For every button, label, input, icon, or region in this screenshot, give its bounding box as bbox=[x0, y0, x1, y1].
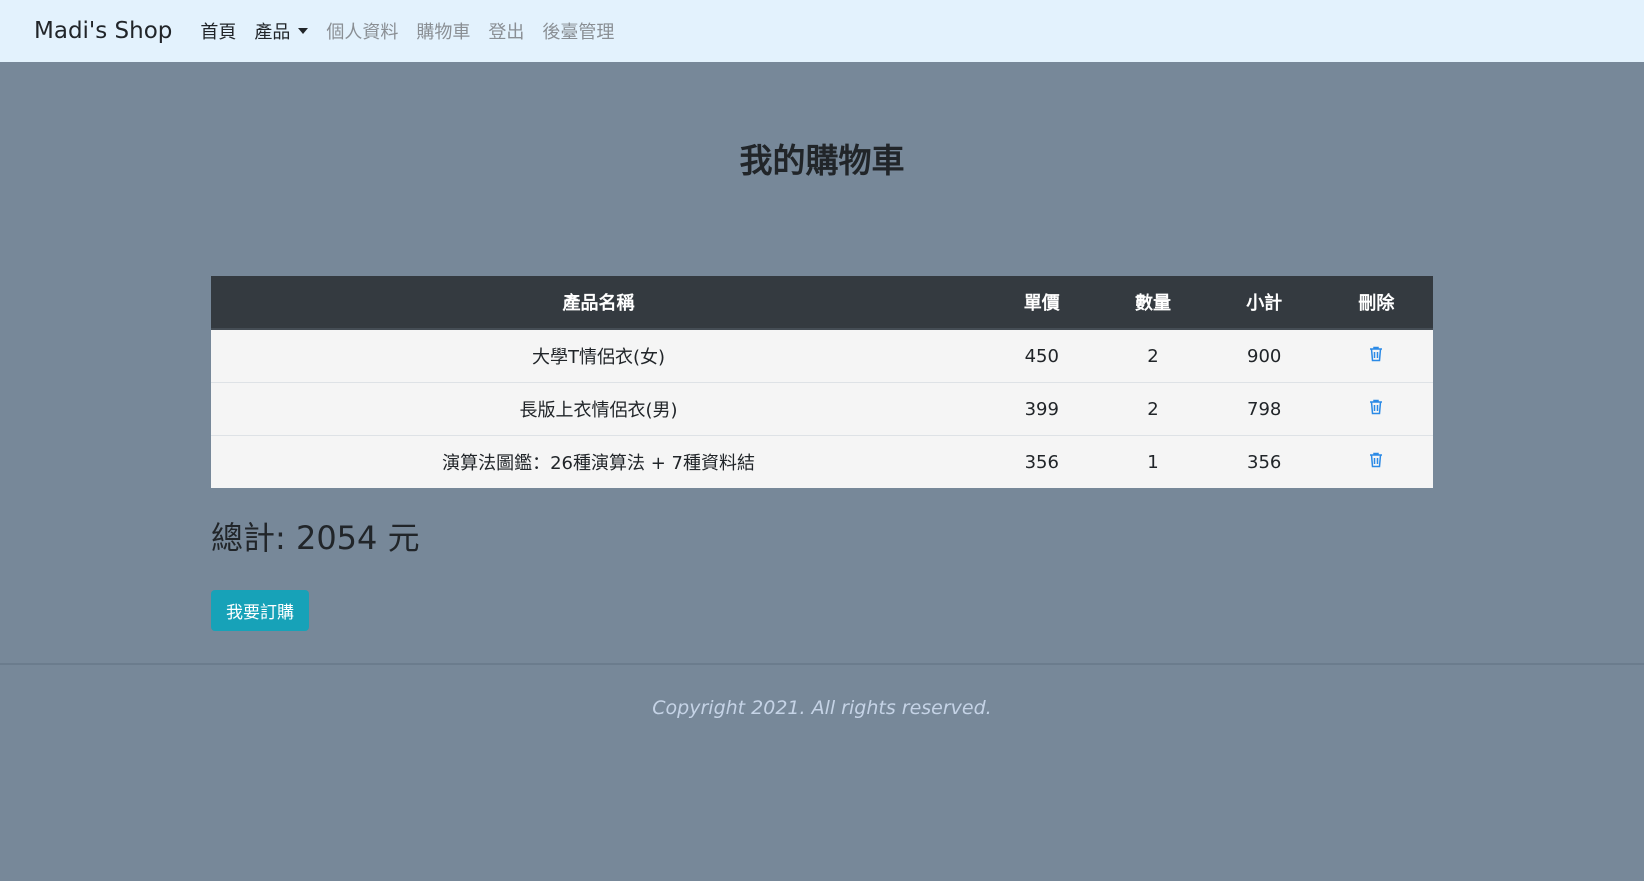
cell-subtotal: 798 bbox=[1208, 382, 1320, 436]
header-subtotal: 小計 bbox=[1208, 276, 1320, 330]
trash-icon[interactable] bbox=[1369, 399, 1383, 420]
navbar: Madi's Shop 首頁 產品 個人資料 購物車 登出 後臺管理 bbox=[0, 0, 1644, 62]
table-row: 大學T情侶衣(女) 450 2 900 bbox=[211, 328, 1433, 383]
trash-icon[interactable] bbox=[1369, 346, 1383, 367]
chevron-down-icon bbox=[298, 28, 309, 34]
cell-quantity: 1 bbox=[1097, 435, 1209, 488]
nav-logout[interactable]: 登出 bbox=[488, 18, 524, 44]
table-row: 長版上衣情侶衣(男) 399 2 798 bbox=[211, 382, 1433, 436]
cell-delete bbox=[1319, 435, 1433, 488]
cart-total: 總計: 2054 元 bbox=[211, 519, 420, 557]
trash-icon[interactable] bbox=[1369, 452, 1383, 473]
nav-profile[interactable]: 個人資料 bbox=[326, 18, 398, 44]
cell-quantity: 2 bbox=[1097, 382, 1209, 436]
cell-delete bbox=[1319, 328, 1433, 383]
cart-table: 產品名稱 單價 數量 小計 刪除 大學T情侶衣(女) 450 2 900 長版上… bbox=[211, 276, 1433, 488]
footer-divider bbox=[0, 663, 1644, 665]
table-header-row: 產品名稱 單價 數量 小計 刪除 bbox=[211, 276, 1433, 330]
footer-copyright: Copyright 2021. All rights reserved. bbox=[652, 697, 992, 719]
cell-product-name: 長版上衣情侶衣(男) bbox=[211, 382, 987, 436]
nav-products-dropdown[interactable]: 產品 bbox=[254, 18, 309, 44]
cell-subtotal: 900 bbox=[1208, 328, 1320, 383]
cell-price: 356 bbox=[986, 435, 1098, 488]
header-product-name: 產品名稱 bbox=[211, 276, 987, 330]
cell-delete bbox=[1319, 382, 1433, 436]
cell-product-name: 演算法圖鑑：26種演算法 + 7種資料結 bbox=[211, 435, 987, 488]
cell-quantity: 2 bbox=[1097, 328, 1209, 383]
header-price: 單價 bbox=[986, 276, 1098, 330]
main-content: 我的購物車 產品名稱 單價 數量 小計 刪除 大學T情侶衣(女) 450 2 9… bbox=[211, 62, 1433, 631]
order-button[interactable]: 我要訂購 bbox=[211, 590, 309, 631]
cell-price: 450 bbox=[986, 328, 1098, 383]
nav-admin[interactable]: 後臺管理 bbox=[542, 18, 614, 44]
nav-cart[interactable]: 購物車 bbox=[416, 18, 470, 44]
header-quantity: 數量 bbox=[1097, 276, 1209, 330]
header-delete: 刪除 bbox=[1319, 276, 1433, 330]
cell-product-name: 大學T情侶衣(女) bbox=[211, 328, 987, 383]
brand-logo[interactable]: Madi's Shop bbox=[34, 18, 172, 44]
table-row: 演算法圖鑑：26種演算法 + 7種資料結 356 1 356 bbox=[211, 435, 1433, 488]
nav-products-label: 產品 bbox=[254, 22, 291, 43]
cell-price: 399 bbox=[986, 382, 1098, 436]
cell-subtotal: 356 bbox=[1208, 435, 1320, 488]
nav-home[interactable]: 首頁 bbox=[200, 18, 236, 44]
page-title: 我的購物車 bbox=[739, 141, 905, 180]
